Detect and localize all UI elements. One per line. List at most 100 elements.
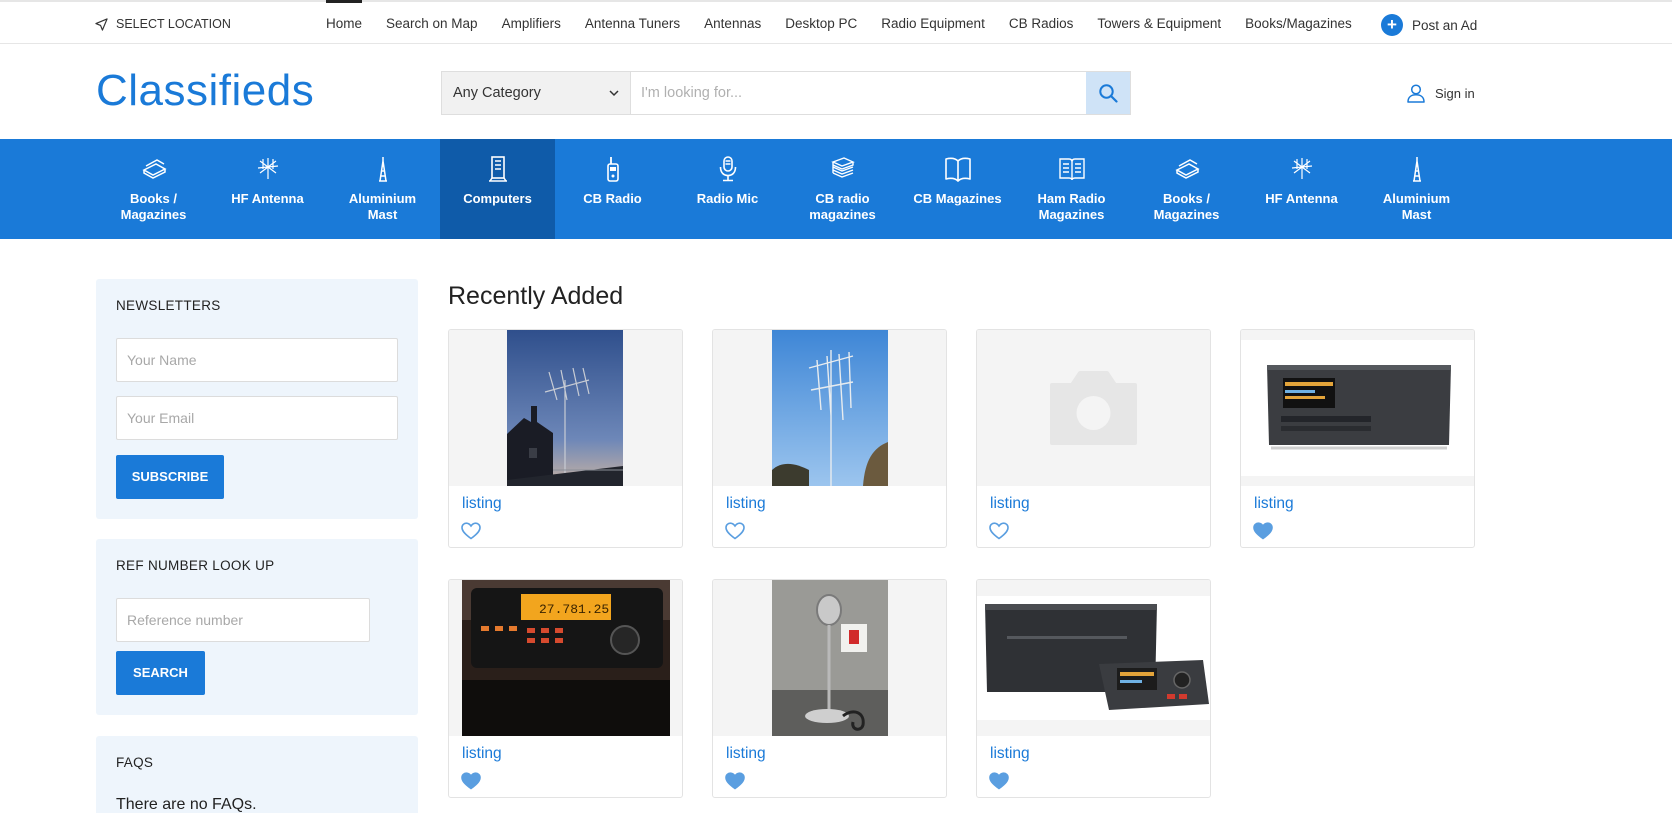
search-input[interactable]	[631, 72, 1086, 114]
nav-antenna-tuners[interactable]: Antenna Tuners	[585, 2, 680, 44]
favorite-button[interactable]	[725, 772, 745, 790]
category-label-line1: Aluminium	[1382, 191, 1451, 206]
nav-desktop-pc[interactable]: Desktop PC	[785, 2, 857, 44]
heart-outline-icon	[989, 522, 1009, 540]
category-ham-radio-magazines[interactable]: Ham Radio Magazines	[1014, 139, 1129, 239]
mast-icon	[1412, 157, 1421, 182]
chevron-down-icon	[609, 89, 619, 96]
favorite-button[interactable]	[461, 772, 481, 790]
amplifier-product-photo	[1241, 340, 1474, 476]
listing-card[interactable]: listing	[976, 579, 1211, 798]
listing-card[interactable]: listing	[712, 329, 947, 548]
recently-added-heading: Recently Added	[448, 282, 624, 310]
listing-image[interactable]	[449, 330, 682, 486]
favorite-button[interactable]	[989, 772, 1009, 790]
ref-search-button[interactable]: SEARCH	[116, 651, 205, 695]
category-label-line2: Mast	[1401, 207, 1432, 222]
favorite-button[interactable]	[1253, 522, 1273, 540]
listing-title[interactable]: listing	[726, 495, 766, 513]
category-select[interactable]: Any Category	[442, 72, 631, 114]
favorite-button[interactable]	[989, 522, 1009, 540]
newsletter-panel: NEWSLETTERS SUBSCRIBE	[96, 279, 418, 519]
listing-card[interactable]: listing	[976, 329, 1211, 548]
category-label-line1: Computers	[463, 191, 532, 206]
listing-image[interactable]: 27.781.25	[449, 580, 682, 736]
listing-title[interactable]: listing	[726, 745, 766, 763]
nav-books-magazines[interactable]: Books/Magazines	[1245, 2, 1352, 44]
computer-tower-icon	[488, 156, 507, 182]
heart-filled-icon	[989, 772, 1009, 790]
category-cb-radio[interactable]: CB Radio	[555, 139, 670, 239]
category-select-value: Any Category	[453, 85, 541, 101]
listing-card[interactable]: listing	[1240, 329, 1475, 548]
listing-image[interactable]	[977, 580, 1210, 736]
category-hf-antenna[interactable]: HF Antenna	[210, 139, 325, 239]
mast-icon	[378, 157, 387, 182]
newsletter-email-field[interactable]	[116, 396, 398, 440]
nav-home[interactable]: Home	[326, 0, 363, 44]
svg-text:27.781.25: 27.781.25	[539, 602, 609, 617]
category-radio-mic[interactable]: Radio Mic	[670, 139, 785, 239]
favorite-button[interactable]	[461, 522, 481, 540]
category-label-line1: Books /	[1163, 191, 1210, 206]
listing-title[interactable]: listing	[462, 495, 502, 513]
nav-radio-equipment[interactable]: Radio Equipment	[881, 2, 985, 44]
listing-title[interactable]: listing	[1254, 495, 1294, 513]
category-hf-antenna-2[interactable]: HF Antenna	[1244, 139, 1359, 239]
nav-cb-radios[interactable]: CB Radios	[1009, 2, 1074, 44]
plus-icon: +	[1381, 14, 1403, 36]
heart-outline-icon	[725, 522, 745, 540]
favorite-button[interactable]	[725, 522, 745, 540]
category-cb-magazines[interactable]: CB Magazines	[900, 139, 1015, 239]
sign-in-label: Sign in	[1435, 85, 1475, 101]
listing-card[interactable]: 27.781.25 listing	[448, 579, 683, 798]
heart-outline-icon	[461, 522, 481, 540]
search-icon	[1099, 84, 1118, 103]
subscribe-button[interactable]: SUBSCRIBE	[116, 455, 224, 499]
faqs-title: FAQS	[116, 755, 154, 770]
antenna-icon	[1291, 158, 1312, 179]
category-computers[interactable]: Computers	[440, 139, 555, 239]
listing-card[interactable]: listing	[448, 329, 683, 548]
top-bar: SELECT LOCATION Home Search on Map Ampli…	[0, 0, 1672, 44]
category-books-magazines-2[interactable]: Books / Magazines	[1129, 139, 1244, 239]
site-logo[interactable]: Classifieds	[96, 66, 314, 116]
nav-amplifiers[interactable]: Amplifiers	[502, 2, 561, 44]
main-nav: Home Search on Map Amplifiers Antenna Tu…	[326, 0, 1376, 44]
listing-title[interactable]: listing	[462, 745, 502, 763]
heart-filled-icon	[1253, 522, 1273, 540]
category-label-line2: Magazines	[120, 207, 187, 222]
category-cb-radio-magazines[interactable]: CB radio magazines	[785, 139, 900, 239]
category-label-line1: CB radio	[815, 191, 870, 206]
search-button[interactable]	[1086, 72, 1130, 114]
nav-search-on-map[interactable]: Search on Map	[386, 2, 478, 44]
listing-image[interactable]	[977, 330, 1210, 486]
faqs-panel: FAQS There are no FAQs.	[96, 736, 418, 813]
heart-filled-icon	[461, 772, 481, 790]
select-location[interactable]: SELECT LOCATION	[95, 17, 231, 31]
listing-image[interactable]	[713, 330, 946, 486]
amplifier-with-controller-photo	[977, 596, 1210, 720]
sign-in-link[interactable]: Sign in	[1406, 83, 1475, 103]
listing-title[interactable]: listing	[990, 495, 1030, 513]
listing-title[interactable]: listing	[990, 745, 1030, 763]
newsletter-name-field[interactable]	[116, 338, 398, 382]
search-bar: Any Category	[441, 71, 1131, 115]
listing-card[interactable]: listing	[712, 579, 947, 798]
category-aluminium-mast[interactable]: Aluminium Mast	[325, 139, 440, 239]
heart-filled-icon	[725, 772, 745, 790]
category-label-line1: HF Antenna	[1265, 191, 1338, 206]
post-ad-button[interactable]: + Post an Ad	[1381, 14, 1477, 36]
reference-number-field[interactable]	[116, 598, 370, 642]
camera-placeholder-icon	[977, 330, 1210, 486]
antenna-sky-photo	[772, 330, 888, 486]
antenna-house-photo	[507, 330, 623, 486]
listing-image[interactable]	[1241, 330, 1474, 486]
nav-antennas[interactable]: Antennas	[704, 2, 761, 44]
category-books-magazines[interactable]: Books / Magazines	[96, 139, 211, 239]
category-label-line2: Mast	[367, 207, 398, 222]
nav-towers-equipment[interactable]: Towers & Equipment	[1097, 2, 1221, 44]
open-magazine-icon	[1058, 158, 1085, 181]
category-aluminium-mast-2[interactable]: Aluminium Mast	[1359, 139, 1474, 239]
listing-image[interactable]	[713, 580, 946, 736]
